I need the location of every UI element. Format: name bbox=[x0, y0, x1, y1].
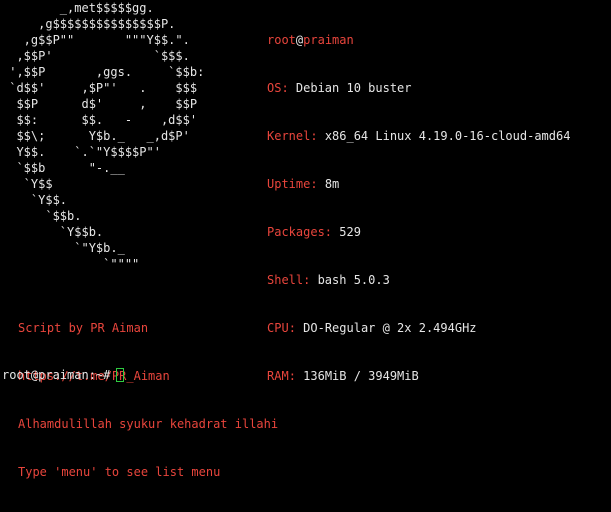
logo-line: $$: $$. - ,d$$' bbox=[2, 113, 198, 127]
info-row-shell: Shell: bash 5.0.3 bbox=[267, 273, 390, 287]
info-value: Debian 10 buster bbox=[295, 81, 412, 95]
info-key: Shell bbox=[267, 273, 304, 287]
info-value: DO-Regular @ 2x 2.494GHz bbox=[303, 321, 477, 335]
info-row-uptime: Uptime: 8m bbox=[267, 177, 340, 191]
logo-line: `"Y$b._ bbox=[2, 241, 125, 255]
script-greeting-line: Alhamdulillah syukur kehadrat illahi bbox=[18, 417, 279, 431]
prompt-text: root@praiman:~# bbox=[2, 368, 111, 382]
logo-line: $$P d$' , $$P bbox=[2, 97, 198, 111]
shell-prompt[interactable]: root@praiman:~# bbox=[2, 367, 125, 383]
info-key: OS bbox=[267, 81, 282, 95]
logo-line: $$\; Y$b._ _,d$P' bbox=[2, 129, 190, 143]
logo-line: `"""" bbox=[2, 257, 140, 271]
info-row-packages: Packages: 529 bbox=[267, 225, 361, 239]
logo-line: ,g$$P"" """Y$$.". bbox=[2, 33, 190, 47]
info-key: Kernel bbox=[267, 129, 311, 143]
terminal-window[interactable]: _,met$$$$$gg. ,g$$$$$$$$$$$$$$$P. ,g$$P"… bbox=[0, 0, 611, 479]
info-row-cpu: CPU: DO-Regular @ 2x 2.494GHz bbox=[267, 321, 477, 335]
info-title: root@praiman bbox=[267, 32, 570, 48]
debian-ascii-logo: _,met$$$$$gg. ,g$$$$$$$$$$$$$$$P. ,g$$P"… bbox=[2, 0, 204, 272]
info-key: Packages bbox=[267, 225, 325, 239]
info-value: x86_64 Linux 4.19.0-16-cloud-amd64 bbox=[324, 129, 571, 143]
script-banner: Script by PR Aiman https://t.me/PR_Aiman… bbox=[18, 288, 278, 512]
logo-line: Y$$. `.`"Y$$$$P"' bbox=[2, 145, 161, 159]
logo-line: `Y$$b. bbox=[2, 225, 104, 239]
logo-line: ',$$P ,ggs. `$$b: bbox=[2, 65, 205, 79]
logo-line: _,met$$$$$gg. bbox=[2, 1, 154, 15]
info-value: 136MiB / 3949MiB bbox=[303, 369, 419, 383]
system-info-panel: root@praiman OS: Debian 10 buster Kernel… bbox=[267, 0, 570, 416]
info-value: 529 bbox=[339, 225, 361, 239]
logo-line: `Y$$ bbox=[2, 177, 53, 191]
info-host: praiman bbox=[303, 33, 354, 47]
logo-line: ,g$$$$$$$$$$$$$$$P. bbox=[2, 17, 176, 31]
info-key: Uptime bbox=[267, 177, 311, 191]
logo-line: `$$b "-.__ bbox=[2, 161, 125, 175]
info-row-kernel: Kernel: x86_64 Linux 4.19.0-16-cloud-amd… bbox=[267, 129, 571, 143]
logo-line: ,$$P' `$$$. bbox=[2, 49, 190, 63]
script-author-line: Script by PR Aiman bbox=[18, 321, 149, 335]
logo-line: `$$b. bbox=[2, 209, 82, 223]
info-row-ram: RAM: 136MiB / 3949MiB bbox=[267, 369, 419, 383]
info-user: root bbox=[267, 33, 296, 47]
info-value: bash 5.0.3 bbox=[317, 273, 390, 287]
logo-line: `d$$' ,$P"' . $$$ bbox=[2, 81, 198, 95]
info-row-os: OS: Debian 10 buster bbox=[267, 81, 412, 95]
cursor[interactable] bbox=[116, 368, 125, 382]
logo-line: `Y$$. bbox=[2, 193, 68, 207]
script-hint-line: Type 'menu' to see list menu bbox=[18, 465, 221, 479]
info-value: 8m bbox=[324, 177, 340, 191]
